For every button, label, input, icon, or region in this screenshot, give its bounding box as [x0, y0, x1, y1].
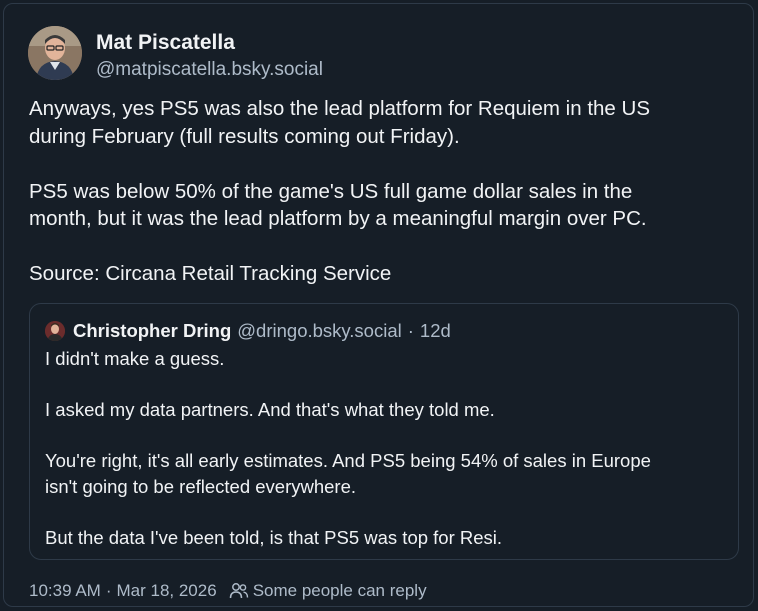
- quoted-line: I asked my data partners. And that's wha…: [45, 399, 495, 420]
- post-paragraph: Anyways, yes PS5 was also the lead platf…: [29, 95, 739, 150]
- quoted-line: I didn't make a guess.: [45, 348, 225, 369]
- quoted-paragraph: I asked my data partners. And that's wha…: [45, 397, 725, 423]
- post-time[interactable]: 10:39 AM: [29, 581, 101, 601]
- post-line: month, but it was the lead platform by a…: [29, 207, 647, 230]
- people-icon: [229, 583, 248, 599]
- author-avatar[interactable]: [28, 26, 82, 80]
- post-paragraph: PS5 was below 50% of the game's US full …: [29, 178, 739, 233]
- post-line: Anyways, yes PS5 was also the lead platf…: [29, 97, 650, 120]
- quoted-line: But the data I've been told, is that PS5…: [45, 526, 503, 548]
- post-footer: 10:39 AM · Mar 18, 2026 Some people can …: [29, 579, 427, 603]
- quoted-author-avatar: [45, 321, 65, 341]
- quoted-paragraph: You're right, it's all early estimates. …: [45, 448, 725, 499]
- author-handle[interactable]: @matpiscatella.bsky.social: [96, 59, 323, 81]
- post-line: PS5 was below 50% of the game's US full …: [29, 179, 633, 203]
- quoted-paragraph: I didn't make a guess.: [45, 346, 725, 372]
- quoted-post-text: I didn't make a guess. I asked my data p…: [45, 346, 725, 550]
- quoted-author-handle[interactable]: @dringo.bsky.social: [237, 320, 401, 342]
- quoted-author-name[interactable]: Christopher Dring: [73, 320, 231, 342]
- quoted-author-avatar-image: [45, 321, 65, 341]
- author-avatar-image: [28, 26, 82, 80]
- post-date[interactable]: Mar 18, 2026: [117, 581, 217, 601]
- quoted-post-header: Christopher Dring @dringo.bsky.social · …: [45, 319, 451, 343]
- post-line: during February (full results coming out…: [29, 124, 460, 148]
- quoted-line: isn't going to be reflected everywhere.: [45, 475, 357, 497]
- footer-separator: ·: [105, 581, 112, 600]
- quoted-post-age[interactable]: 12d: [420, 320, 451, 342]
- author-name[interactable]: Mat Piscatella: [96, 31, 235, 55]
- post-paragraph: Source: Circana Retail Tracking Service: [29, 260, 739, 288]
- post-text: Anyways, yes PS5 was also the lead platf…: [29, 95, 739, 288]
- post-line: Source: Circana Retail Tracking Service: [29, 262, 392, 285]
- quoted-separator: ·: [407, 320, 414, 341]
- quoted-post[interactable]: Christopher Dring @dringo.bsky.social · …: [29, 303, 739, 560]
- quoted-paragraph: But the data I've been told, is that PS5…: [45, 525, 725, 551]
- reply-setting[interactable]: Some people can reply: [253, 581, 427, 601]
- post-card: Mat Piscatella @matpiscatella.bsky.socia…: [3, 3, 754, 607]
- quoted-line: You're right, it's all early estimates. …: [45, 450, 651, 471]
